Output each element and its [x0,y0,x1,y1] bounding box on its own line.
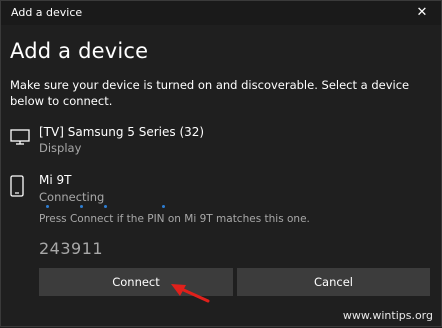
connection-status: Connecting [39,190,105,204]
close-icon[interactable]: ✕ [411,3,433,23]
title-bar: Add a device ✕ [1,1,441,25]
window-title: Add a device [11,6,83,19]
device-name: Mi 9T [39,173,72,187]
connect-button[interactable]: Connect [39,268,233,296]
page-title: Add a device [10,39,149,63]
pin-message: Press Connect if the PIN on Mi 9T matche… [39,213,310,225]
cancel-button[interactable]: Cancel [237,268,430,296]
pin-code: 243911 [39,239,104,258]
device-item-samsung-tv[interactable]: [TV] Samsung 5 Series (32) Display [1,121,441,157]
monitor-icon [10,129,30,149]
watermark: www.wintips.org [342,309,433,322]
phone-icon [10,175,24,201]
add-device-dialog: Add a device ✕ Add a device Make sure yo… [0,0,442,327]
device-name: [TV] Samsung 5 Series (32) [39,125,205,139]
device-type: Display [39,141,82,155]
instructions-text: Make sure your device is turned on and d… [10,78,410,108]
